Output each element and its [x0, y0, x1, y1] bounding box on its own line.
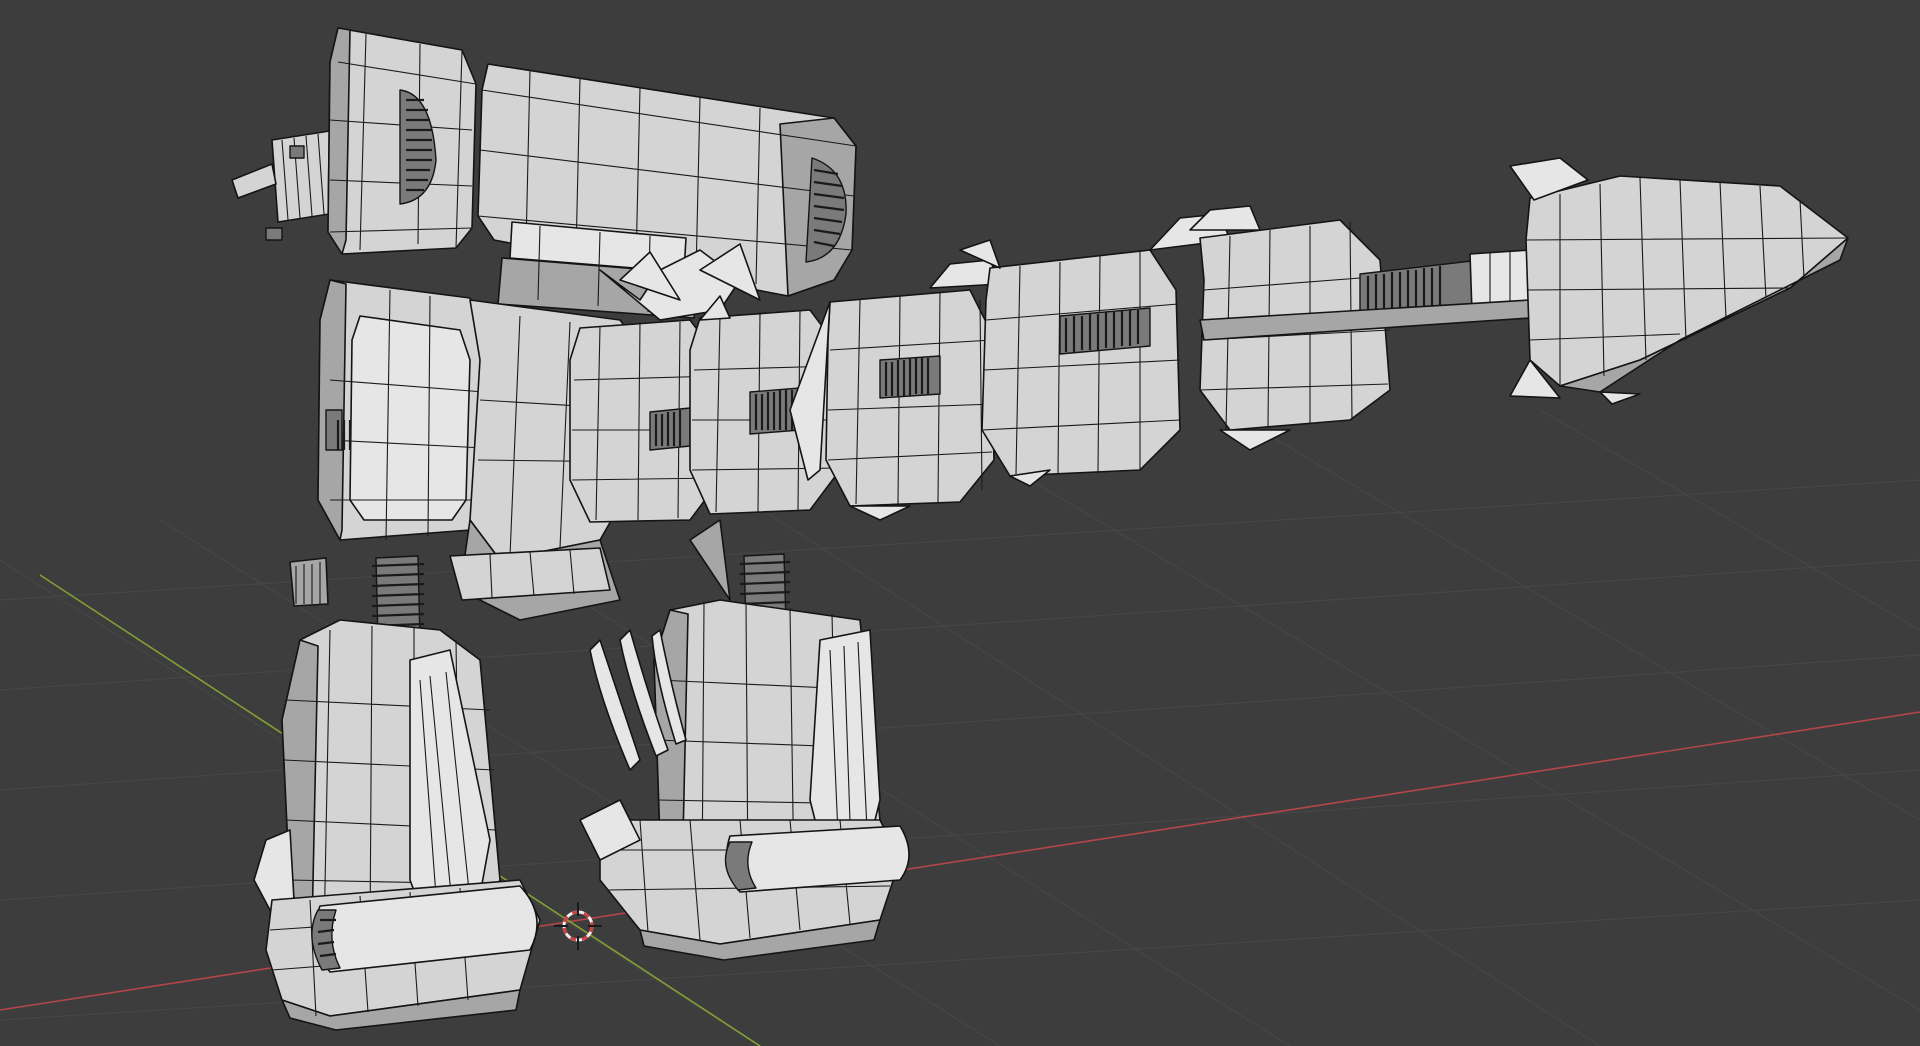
torso-hull[interactable]	[317, 279, 489, 541]
launcher-box-left[interactable]	[327, 27, 477, 255]
viewport-canvas[interactable]	[0, 0, 1920, 1046]
front-foot[interactable]	[265, 879, 541, 1031]
3d-viewport[interactable]	[0, 0, 1920, 1046]
